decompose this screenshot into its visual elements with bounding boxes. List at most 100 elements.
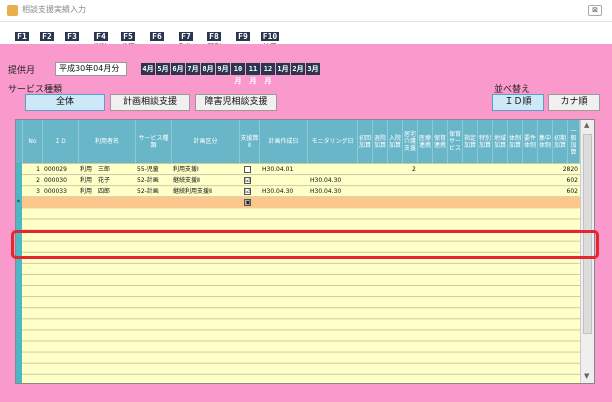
filter-child-button[interactable]: 障害児相談支援 [195,94,277,111]
header-col-22: 一般加算 [568,120,580,163]
cell-service: 52-計画 [137,177,159,184]
month-button-1[interactable]: 1月 [276,63,290,75]
header-col-16: 特別加算 [478,120,493,163]
scroll-up-icon[interactable]: ▲ [584,121,589,129]
function-key-toolbar: F1 F2 F3 F4削除 F5参照 F6 F7取込 F8印刷 F9 F10終了 [0,22,612,51]
cell-id: 000029 [44,166,67,173]
table-row[interactable]: 2 000030 利用 花子 52-計画 継続支援Ⅱ ☑ H30.04.30 6… [22,175,580,186]
month-button-10[interactable]: 10月 [231,63,245,85]
f7-key: F7 [179,32,193,41]
app-icon [7,5,18,16]
filter-plan-button[interactable]: 計画相談支援 [110,94,190,111]
cell-kubun: 継続支援Ⅱ [173,177,200,184]
cell-plan-date: H30.04.01 [262,166,294,173]
header-name: 利用者名 [79,120,136,163]
header-col-15: 指定加算 [463,120,478,163]
cell-monitor-date: H30.04.30 [310,177,342,184]
cell-support-checkbox[interactable]: ☑ [244,188,251,195]
month-button-3[interactable]: 3月 [306,63,320,75]
header-col-20: 集中体制 [538,120,553,163]
app-window: 相談支援実績入力 ⊠ F1 F2 F3 F4削除 F5参照 F6 F7取込 F8… [0,0,612,402]
month-button-2[interactable]: 2月 [291,63,305,75]
f6-button[interactable]: F6 [147,24,167,43]
month-button-11[interactable]: 11月 [246,63,260,85]
header-kubun: 計画区分 [172,120,240,163]
header-plan-date: 計画作成日 [260,120,308,163]
f5-key: F5 [121,32,135,41]
month-button-4[interactable]: 4月 [141,63,155,75]
header-col-12: 医療連携 [418,120,433,163]
title-bar: 相談支援実績入力 ⊠ [0,0,612,22]
header-selector [16,120,23,163]
cell-count: 2 [412,166,416,173]
header-col-19: 要件体制 [523,120,538,163]
scroll-down-icon[interactable]: ▼ [584,372,589,380]
cell-name: 利用 花子 [80,177,111,184]
f9-button[interactable]: F9 [233,24,253,43]
month-button-8[interactable]: 8月 [201,63,215,75]
header-col-18: 体制加算 [508,120,523,163]
print-button[interactable]: F8印刷 [201,24,227,51]
header-support: 支援算Ⅱ [240,120,260,163]
grid-header: No ＩＤ 利用者名 サービス種類 計画区分 支援算Ⅱ 計画作成日 モニタリング… [16,120,580,163]
delete-button[interactable]: F4削除 [88,24,114,51]
cell-name: 利用 四郎 [80,188,111,195]
new-row-marker: * [17,199,20,206]
f4-key: F4 [94,32,108,41]
f2-key: F2 [40,32,54,41]
header-id: ＩＤ [43,120,79,163]
cell-id: 000033 [44,188,67,195]
cell-plan-date: H30.04.30 [262,188,294,195]
table-row[interactable]: 3 000033 利用 四郎 52-計画 継続利用支援Ⅱ ☑ H30.04.30… [22,186,580,197]
filter-all-button[interactable]: 全体 [25,94,105,111]
highlight-annotation-box [11,230,599,259]
header-no: No [23,120,43,163]
month-button-7[interactable]: 7月 [186,63,200,75]
exit-button[interactable]: F10終了 [257,24,283,51]
f1-key: F1 [15,32,29,41]
cell-units: 602 [566,177,578,184]
header-col-17: 地域加算 [493,120,508,163]
cell-service: 55-児童 [137,166,159,173]
main-panel: 提供月 平成30年04月分 4月 5月 6月 7月 8月 9月 10月 11月 … [0,44,612,402]
close-button[interactable]: ⊠ [588,5,602,16]
header-col-21: 初期加算 [553,120,568,163]
f1-button[interactable]: F1 [12,24,32,43]
header-col-14: 保育サービス [448,120,463,163]
f3-key: F3 [65,32,79,41]
cell-support-checkbox[interactable]: ☑ [244,177,251,184]
cell-kubun: 継続利用支援Ⅱ [173,188,212,195]
import-button[interactable]: F7取込 [173,24,199,51]
new-row[interactable]: * ▣ [17,197,580,208]
header-col-10: 入院加算 [388,120,403,163]
header-col-13: 保育連携 [433,120,448,163]
month-button-9[interactable]: 9月 [216,63,230,75]
reference-button[interactable]: F5参照 [115,24,141,51]
period-select[interactable]: 平成30年04月分 [55,62,127,76]
f8-key: F8 [207,32,221,41]
header-col-8: 初回加算 [358,120,373,163]
f2-button[interactable]: F2 [37,24,57,43]
header-service: サービス種類 [136,120,172,163]
cell-id: 000030 [44,177,67,184]
sort-kana-button[interactable]: カナ順 [548,94,600,111]
f6-key: F6 [150,32,164,41]
month-button-5[interactable]: 5月 [156,63,170,75]
sort-id-button[interactable]: ＩＤ順 [492,94,544,111]
f3-button[interactable]: F3 [62,24,82,43]
month-button-6[interactable]: 6月 [171,63,185,75]
f9-key: F9 [236,32,250,41]
period-label: 提供月 [8,66,36,76]
header-monitor-date: モニタリング日 [308,120,358,163]
table-row[interactable]: 1 000029 利用 三郎 55-児童 利用支援Ⅰ H30.04.01 2 2… [22,164,580,175]
grid-body: 1 000029 利用 三郎 55-児童 利用支援Ⅰ H30.04.01 2 2… [17,163,580,383]
month-button-12[interactable]: 12月 [261,63,275,85]
header-col-9: 退院加算 [373,120,388,163]
cell-units: 602 [566,188,578,195]
cell-service: 52-計画 [137,188,159,195]
cell-units: 2820 [562,166,578,173]
f10-key: F10 [260,32,280,41]
new-row-support-checkbox[interactable]: ▣ [244,199,251,206]
cell-support-checkbox[interactable] [244,166,251,173]
cell-no: 1 [36,166,40,173]
